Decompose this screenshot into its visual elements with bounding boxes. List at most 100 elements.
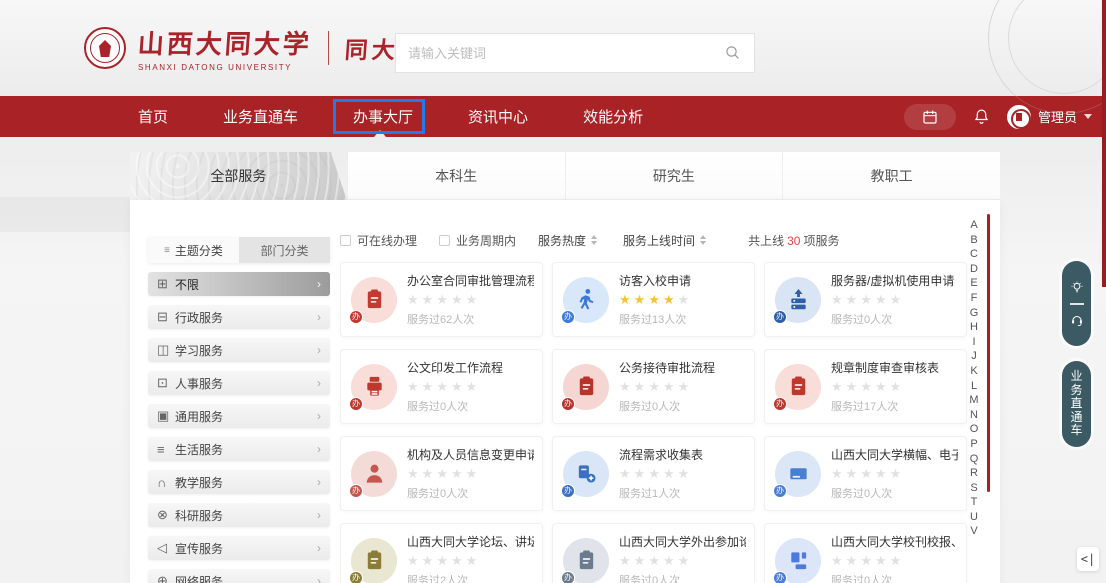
nav-items: 首页 业务直通车 办事大厅 资讯中心 效能分析 — [138, 96, 643, 137]
alphabet-letter[interactable]: N — [966, 408, 982, 423]
shortcut-char: 车 — [1070, 424, 1082, 438]
service-card[interactable]: 办山西大同大学横幅、电子...★★★★★服务过0人次 — [764, 436, 967, 511]
sidebar-item[interactable]: ⊞不限› — [148, 272, 330, 296]
calendar-icon[interactable] — [922, 109, 938, 125]
service-card[interactable]: 办山西大同大学外出参加论...★★★★★服务过0人次 — [552, 523, 755, 583]
alphabet-letter[interactable]: P — [966, 437, 982, 452]
nav-item-1[interactable]: 业务直通车 — [223, 106, 298, 127]
chevron-down-icon[interactable] — [1084, 114, 1092, 119]
alphabet-letter[interactable]: I — [966, 335, 982, 350]
alphabet-letter[interactable]: F — [966, 291, 982, 306]
search-icon[interactable] — [724, 44, 742, 62]
nav-item-2[interactable]: 办事大厅 — [353, 106, 413, 127]
service-card[interactable]: 办公务接待审批流程★★★★★服务过0人次 — [552, 349, 755, 424]
category-tab-bar: ≡主题分类部门分类 — [148, 237, 330, 263]
sort-control-1[interactable]: 服务上线时间 — [623, 232, 706, 249]
filter-checkbox-0[interactable]: 可在线办理 — [340, 232, 417, 249]
service-count: 服务过0人次 — [831, 485, 958, 501]
alphabet-letter[interactable]: V — [966, 524, 982, 539]
service-title: 山西大同大学校刊校报、... — [831, 533, 958, 550]
sidebar-item[interactable]: ⊗科研服务› — [148, 503, 330, 527]
checkbox-icon[interactable] — [340, 235, 351, 246]
user-menu[interactable]: 管理员 — [1007, 105, 1092, 129]
service-card[interactable]: 办山西大同大学论坛、讲坛...★★★★★服务过2人次 — [340, 523, 543, 583]
nav-item-3[interactable]: 资讯中心 — [468, 106, 528, 127]
alphabet-letter[interactable]: S — [966, 481, 982, 496]
sidebar-item[interactable]: ⊕网络服务› — [148, 569, 330, 583]
user-avatar[interactable] — [1007, 105, 1031, 129]
star-icon: ★ — [831, 379, 846, 394]
service-card[interactable]: 办办公室合同审批管理流程★★★★★服务过62人次 — [340, 262, 543, 337]
alphabet-letter[interactable]: B — [966, 233, 982, 248]
sort-arrows-icon[interactable] — [700, 235, 706, 245]
category-tab-1[interactable]: 部门分类 — [239, 237, 330, 263]
search-input[interactable] — [408, 46, 724, 61]
search-box[interactable] — [395, 33, 755, 73]
service-title: 山西大同大学论坛、讲坛... — [407, 533, 534, 550]
sidebar-item[interactable]: ◫学习服务› — [148, 338, 330, 362]
service-card[interactable]: 办山西大同大学校刊校报、...★★★★★服务过0人次 — [764, 523, 967, 583]
tab-0[interactable]: 全部服务 — [130, 152, 347, 200]
sidebar-item[interactable]: ≡生活服务› — [148, 437, 330, 461]
alphabet-letter[interactable]: T — [966, 495, 982, 510]
service-count: 服务过0人次 — [407, 485, 534, 501]
lightbulb-icon[interactable] — [1070, 281, 1084, 295]
alphabet-letter[interactable]: C — [966, 247, 982, 262]
clipboard-check-icon: 办 — [563, 364, 609, 410]
service-card[interactable]: 办公文印发工作流程★★★★★服务过0人次 — [340, 349, 543, 424]
alphabet-letter[interactable]: U — [966, 510, 982, 525]
star-rating: ★★★★★ — [831, 467, 958, 480]
service-badge: 办 — [773, 397, 787, 411]
tab-1[interactable]: 本科生 — [347, 152, 565, 200]
sidebar-item[interactable]: ◁宣传服务› — [148, 536, 330, 560]
bell-icon[interactable] — [973, 108, 990, 125]
nav-item-0[interactable]: 首页 — [138, 106, 168, 127]
alphabet-letter[interactable]: A — [966, 218, 982, 233]
page-scrollbar-thumb[interactable] — [1102, 0, 1106, 287]
alphabet-letter[interactable]: O — [966, 422, 982, 437]
alphabet-letter[interactable]: E — [966, 276, 982, 291]
star-icon: ★ — [422, 466, 437, 481]
sidebar-item[interactable]: ∩教学服务› — [148, 470, 330, 494]
sidebar-item[interactable]: ⊡人事服务› — [148, 371, 330, 395]
alphabet-letter[interactable]: M — [966, 393, 982, 408]
star-rating: ★★★★★ — [619, 467, 703, 480]
star-icon: ★ — [634, 553, 649, 568]
nav-item-4[interactable]: 效能分析 — [583, 106, 643, 127]
alphabet-letter[interactable]: D — [966, 262, 982, 277]
category-tab-0[interactable]: ≡主题分类 — [148, 237, 239, 263]
floating-toolbar[interactable] — [1062, 261, 1091, 346]
sidebar-item[interactable]: ▣通用服务› — [148, 404, 330, 428]
sort-arrows-icon[interactable] — [591, 235, 597, 245]
service-card-body: 访客入校申请★★★★★服务过13人次 — [619, 272, 692, 327]
star-icon: ★ — [436, 379, 451, 394]
service-card[interactable]: 办机构及人员信息变更申请★★★★★服务过0人次 — [340, 436, 543, 511]
checkbox-icon[interactable] — [439, 235, 450, 246]
star-icon: ★ — [678, 292, 693, 307]
service-card[interactable]: 办规章制度审查审核表★★★★★服务过17人次 — [764, 349, 967, 424]
sidebar-item[interactable]: ⊟行政服务› — [148, 305, 330, 329]
alphabet-letter[interactable]: L — [966, 379, 982, 394]
chevron-right-icon: › — [317, 442, 321, 456]
alphabet-scrollbar[interactable] — [987, 214, 990, 492]
alphabet-letter[interactable]: G — [966, 306, 982, 321]
alphabet-letter[interactable]: H — [966, 320, 982, 335]
filter-checkbox-1[interactable]: 业务周期内 — [439, 232, 516, 249]
business-express-shortcut[interactable]: 业务直通车 — [1062, 361, 1091, 447]
star-rating: ★★★★★ — [407, 467, 534, 480]
alphabet-letter[interactable]: Q — [966, 452, 982, 467]
sort-control-0[interactable]: 服务热度 — [538, 232, 597, 249]
tab-2[interactable]: 研究生 — [565, 152, 783, 200]
tab-3[interactable]: 教职工 — [782, 152, 1000, 200]
alphabet-letter[interactable]: R — [966, 466, 982, 481]
service-card[interactable]: 办访客入校申请★★★★★服务过13人次 — [552, 262, 755, 337]
alphabet-letter[interactable]: J — [966, 349, 982, 364]
sidebar-item-label: 教学服务 — [175, 474, 223, 491]
alphabet-letter[interactable]: K — [966, 364, 982, 379]
headset-icon[interactable] — [1070, 313, 1084, 327]
star-icon: ★ — [846, 553, 861, 568]
service-card[interactable]: 办流程需求收集表★★★★★服务过1人次 — [552, 436, 755, 511]
collapse-sidebar-button[interactable]: <| — [1077, 547, 1099, 571]
service-card[interactable]: 办服务器/虚拟机使用申请★★★★★服务过0人次 — [764, 262, 967, 337]
schedule-pill[interactable] — [904, 104, 956, 130]
